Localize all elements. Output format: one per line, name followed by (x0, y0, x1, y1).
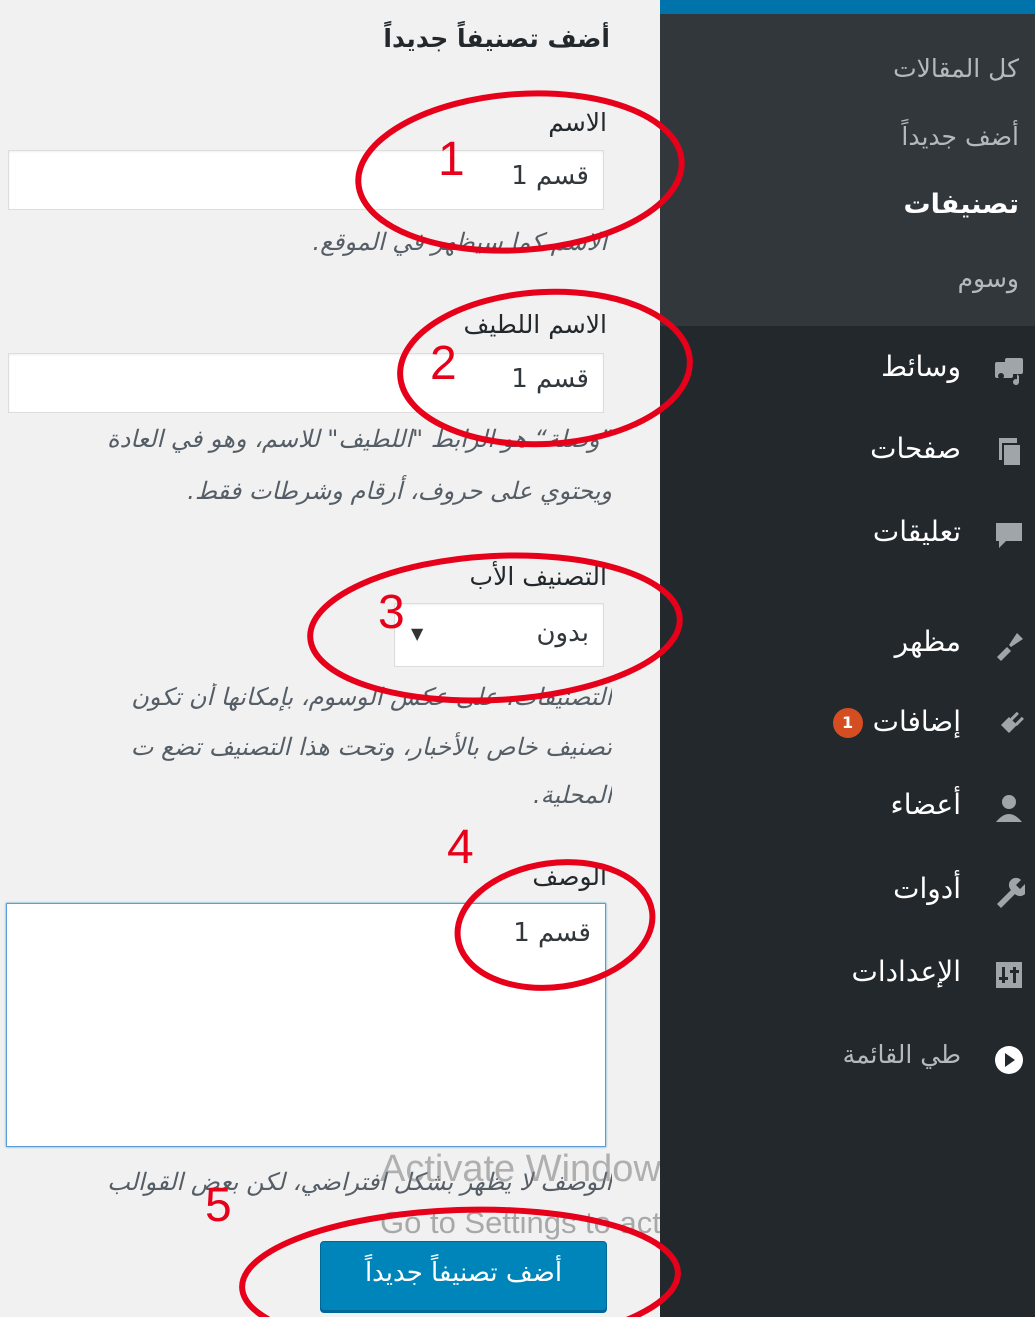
submenu-item-all-posts[interactable]: كل المقالات (893, 54, 1019, 83)
sidebar-item-settings[interactable]: الإعدادات (660, 945, 1035, 1005)
plugins-icon (999, 711, 1024, 735)
sidebar-item-plugins-text: إضافات (872, 705, 961, 738)
description-label: الوصف (532, 862, 607, 891)
slug-input-value: قسم 1 (511, 364, 589, 394)
annotation-number-3: 3 (378, 586, 405, 639)
appearance-icon (997, 633, 1023, 661)
sidebar-collapse[interactable]: طي القائمة (660, 1030, 1035, 1090)
sidebar-item-users-label: أعضاء (890, 788, 961, 821)
submenu-item-tags[interactable]: وسوم (958, 264, 1019, 293)
slug-input[interactable]: قسم 1 (8, 353, 604, 413)
sidebar-item-plugins-label: إضافات 1 (832, 705, 961, 738)
sidebar-item-users[interactable]: أعضاء (660, 778, 1035, 838)
name-hint: الاسم كما سيظهر في الموقع. (312, 228, 607, 256)
name-label: الاسم (548, 108, 607, 137)
form-heading: أضف تصنيفاً جديداً (383, 24, 610, 53)
annotation-number-4: 4 (447, 821, 474, 874)
users-icon (996, 795, 1022, 822)
settings-icon (996, 962, 1022, 988)
pages-icon (999, 438, 1022, 467)
parent-select-value: بدون (536, 618, 589, 648)
sidebar-collapse-label: طي القائمة (842, 1040, 961, 1069)
posts-submenu: كل المقالات أضف جديداً تصنيفات وسوم (660, 14, 1035, 326)
tools-icon (997, 877, 1025, 908)
sidebar-item-comments[interactable]: تعليقات (660, 505, 1035, 565)
description-textarea[interactable]: قسم 1 (6, 903, 606, 1147)
parent-hint: التصنيفات، على عكس الوسوم، بإمكانها أن ت… (0, 683, 612, 823)
add-category-button[interactable]: أضف تصنيفاً جديداً (320, 1241, 607, 1311)
chevron-down-icon: ▼ (411, 624, 424, 643)
sidebar-item-media-label: وسائط (881, 350, 961, 383)
sidebar-item-appearance[interactable]: مظهر (660, 615, 1035, 675)
submenu-item-add-new[interactable]: أضف جديداً (901, 122, 1019, 151)
slug-hint-line1: ”وصلة“ هو الرابط "اللطيف" للاسم، وهو في … (107, 425, 612, 453)
submenu-item-categories[interactable]: تصنيفات (904, 189, 1020, 220)
annotation-number-1: 1 (438, 133, 465, 186)
parent-hint-line3: المحلية. (532, 781, 612, 809)
name-input-value: قسم 1 (511, 161, 589, 191)
collapse-icon (995, 1046, 1023, 1074)
slug-hint: ”وصلة“ هو الرابط "اللطيف" للاسم، وهو في … (0, 425, 612, 515)
sidebar-item-tools[interactable]: أدوات (660, 862, 1035, 922)
sidebar-item-settings-label: الإعدادات (851, 955, 961, 988)
sidebar-item-plugins[interactable]: إضافات 1 (660, 695, 1035, 755)
comments-icon (996, 523, 1022, 548)
sidebar-item-media[interactable]: وسائط (660, 340, 1035, 400)
sidebar-item-pages-label: صفحات (870, 432, 961, 465)
plugins-update-badge: 1 (832, 708, 863, 738)
parent-hint-line2: تصنيف خاص بالأخبار، وتحت هذا التصنيف تضع… (130, 733, 612, 761)
slug-hint-line2: ويحتوي على حروف، أرقام وشرطات فقط. (187, 477, 612, 505)
slug-label: الاسم اللطيف (463, 310, 607, 339)
sidebar-item-pages[interactable]: صفحات (660, 422, 1035, 482)
add-category-button-label: أضف تصنيفاً جديداً (364, 1258, 563, 1288)
admin-sidebar: كل المقالات أضف جديداً تصنيفات وسوم وسائ… (660, 0, 1035, 1317)
parent-hint-line1: التصنيفات، على عكس الوسوم، بإمكانها أن ت… (131, 683, 612, 711)
media-icon (995, 358, 1023, 386)
sidebar-item-appearance-label: مظهر (894, 625, 961, 658)
watermark-title: Activate Windows (380, 1148, 680, 1190)
sidebar-item-comments-label: تعليقات (872, 515, 961, 548)
parent-select[interactable]: بدون ▼ (394, 603, 604, 667)
parent-label: التصنيف الأب (469, 562, 607, 591)
sidebar-active-bar (660, 0, 1035, 14)
sidebar-item-tools-label: أدوات (893, 872, 961, 905)
annotation-number-2: 2 (430, 337, 457, 390)
description-textarea-value: قسم 1 (513, 918, 591, 948)
annotation-number-5: 5 (205, 1179, 232, 1232)
name-input[interactable]: قسم 1 (8, 150, 604, 210)
